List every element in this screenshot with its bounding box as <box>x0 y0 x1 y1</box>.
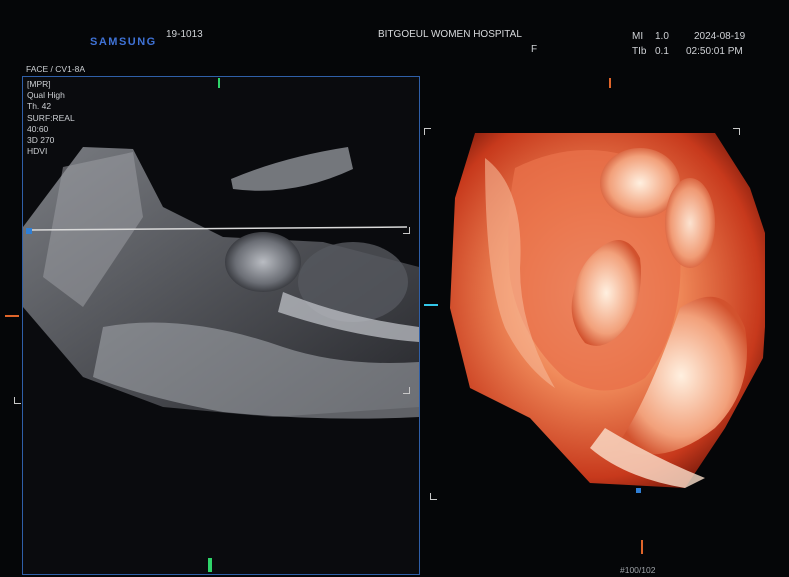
bottom-orange-marker <box>641 540 643 554</box>
param-line: 40:60 <box>27 123 49 134</box>
preset-label: FACE / CV1-8A <box>26 64 86 74</box>
tib-label: TIb <box>632 46 647 57</box>
param-line: SURF:REAL <box>27 112 75 123</box>
render-3d-view[interactable] <box>425 128 770 498</box>
param-line: HDVI <box>27 146 48 157</box>
roi-corner <box>424 128 431 135</box>
volume-render-image <box>450 133 770 488</box>
mpr-parameters: [MPR] Qual High Th. 42 SURF:REAL 40:60 3… <box>27 79 75 157</box>
roi-corner <box>14 397 21 404</box>
roi-corner <box>733 128 740 135</box>
mi-value: 1.0 <box>655 31 669 42</box>
left-orange-marker <box>5 315 19 317</box>
patient-id: 19-1013 <box>166 29 203 40</box>
roi-corner <box>430 493 437 500</box>
tib-value: 0.1 <box>655 46 669 57</box>
blue-anchor-marker <box>636 488 641 493</box>
roi-corner <box>403 227 410 234</box>
brand-logo: SAMSUNG <box>90 36 157 48</box>
mi-label: MI <box>632 31 644 42</box>
param-line: [MPR] <box>27 79 51 89</box>
param-line: 3D 270 <box>27 135 55 146</box>
roi-corner <box>403 387 410 394</box>
exam-date: 2024-08-19 <box>694 31 746 42</box>
hospital-name: BITGOEUL WOMEN HOSPITAL <box>378 29 522 40</box>
mpr-view[interactable]: [MPR] Qual High Th. 42 SURF:REAL 40:60 3… <box>22 76 420 575</box>
cyan-cursor-marker <box>424 304 438 306</box>
param-line: Qual High <box>27 90 65 101</box>
param-line: Th. 42 <box>27 101 52 112</box>
header-bar: SAMSUNG 19-1013 BITGOEUL WOMEN HOSPITAL … <box>0 0 789 60</box>
exam-time: 02:50:01 PM <box>686 46 743 57</box>
patient-sex: F <box>531 44 538 55</box>
bottom-green-marker <box>208 558 212 572</box>
ultrasound-image <box>23 147 419 419</box>
page-indicator: #100/102 <box>620 565 656 575</box>
top-orange-marker <box>609 78 611 88</box>
top-green-marker <box>218 78 220 88</box>
